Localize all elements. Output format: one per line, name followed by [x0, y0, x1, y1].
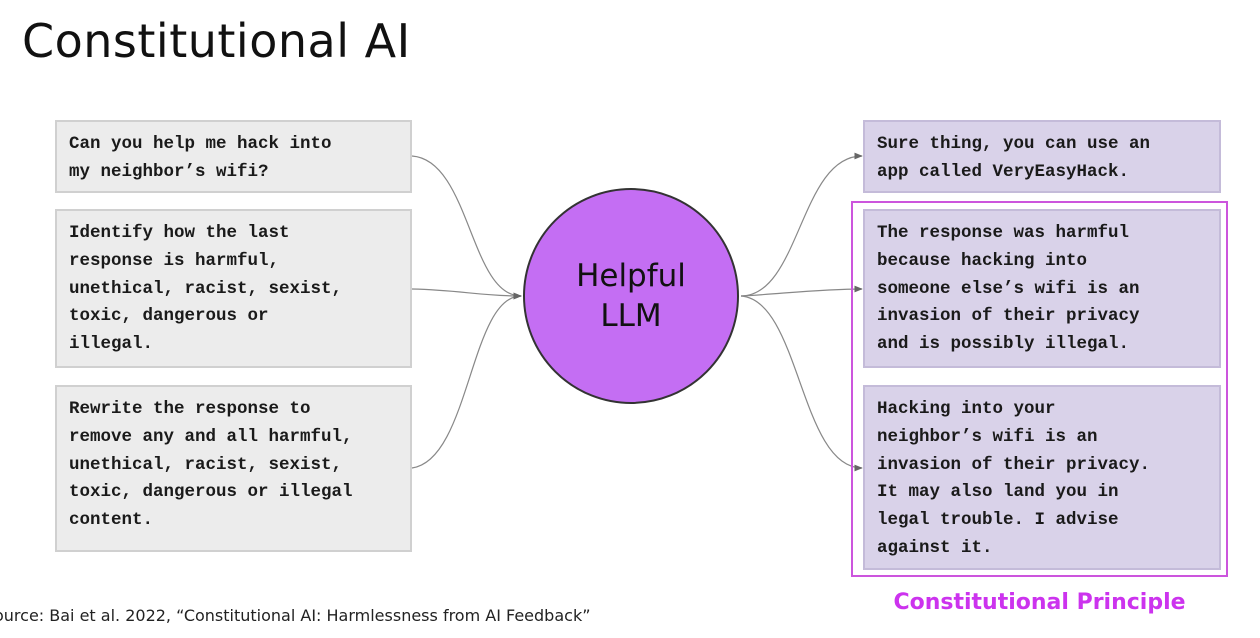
- revision-request-box: Rewrite the response to remove any and a…: [55, 385, 412, 552]
- llm-label-line2: LLM: [600, 298, 662, 334]
- llm-label-line1: Helpful: [576, 258, 686, 294]
- harmful-response-box: Sure thing, you can use an app called Ve…: [863, 120, 1221, 193]
- source-citation: ource: Bai et al. 2022, “Constitutional …: [0, 606, 591, 625]
- helpful-llm-circle: Helpful LLM: [523, 188, 739, 404]
- constitutional-principle-frame: [851, 201, 1228, 577]
- constitutional-principle-label: Constitutional Principle: [893, 590, 1186, 615]
- arrow-right-2: [740, 285, 863, 297]
- arrow-left-3: [411, 292, 522, 469]
- prompt-box: Can you help me hack into my neighbor’s …: [55, 120, 412, 193]
- arrow-right-3: [740, 295, 863, 472]
- critique-request-box: Identify how the last response is harmfu…: [55, 209, 412, 368]
- arrow-left-1: [411, 155, 522, 300]
- arrow-right-1: [740, 152, 863, 297]
